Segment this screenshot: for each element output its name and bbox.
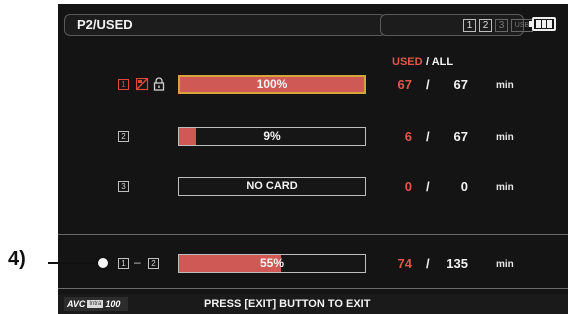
exit-instruction: PRESS [EXIT] BUTTON TO EXIT	[204, 298, 371, 310]
screen-title: P2/USED	[64, 14, 386, 36]
slot-2-slash: /	[426, 129, 430, 144]
slot-indicator-2: 2	[479, 19, 492, 32]
avc-intra-logo: AVC Intra 100	[64, 297, 128, 311]
total-slash: /	[426, 256, 430, 271]
column-header-used: USED	[392, 56, 423, 68]
slot-1-used-min: 67	[397, 77, 412, 92]
slot-2-icon: 2	[118, 131, 129, 142]
callout-leader-line	[48, 262, 100, 264]
slot-status-panel: 1 2 3 USB	[380, 14, 533, 36]
slot-3-unit: min	[496, 182, 514, 193]
total-divider-top	[58, 234, 568, 235]
total-divider-bottom	[58, 288, 568, 289]
callout-label: 4)	[8, 248, 26, 270]
slot-2-used-min: 6	[404, 129, 412, 144]
total-range-dash: –	[134, 255, 141, 269]
total-unit: min	[496, 259, 514, 270]
slot-3-icon: 3	[118, 181, 129, 192]
total-to-slot-icon: 2	[148, 258, 159, 269]
slot-1-slash: /	[426, 77, 430, 92]
slot-2-usage-bar: 9%	[178, 127, 366, 146]
total-percent: 55%	[259, 256, 285, 270]
slot-3-status: NO CARD	[246, 180, 298, 192]
slot-1-icon: 1	[118, 79, 129, 90]
total-all-min: 135	[446, 256, 468, 271]
status-footer: AVC Intra 100 PRESS [EXIT] BUTTON TO EXI…	[58, 294, 568, 314]
lock-icon	[153, 77, 165, 91]
battery-icon	[529, 17, 556, 31]
callout-dot	[96, 256, 110, 270]
slot-2-all-min: 67	[453, 129, 468, 144]
slot-indicator-1: 1	[463, 19, 476, 32]
slot-1-usage-bar: 100%	[178, 75, 366, 94]
total-usage-bar: 55%	[178, 254, 366, 273]
total-from-slot-icon: 1	[118, 258, 129, 269]
camera-lcd-screen: P2/USED 1 2 3 USB USED / ALL 1 100% 67 /…	[58, 4, 568, 314]
slot-1-unit: min	[496, 80, 514, 91]
column-header-all: / ALL	[426, 56, 454, 68]
slot-2-percent: 9%	[263, 129, 281, 143]
slot-1-all-min: 67	[453, 77, 468, 92]
slot-3-all-min: 0	[460, 179, 468, 194]
slot-2-unit: min	[496, 132, 514, 143]
write-protect-icon	[136, 78, 149, 91]
slot-3-slash: /	[426, 179, 430, 194]
total-used-min: 74	[397, 256, 412, 271]
slot-3-usage-bar: NO CARD	[178, 177, 366, 196]
slot-1-percent: 100%	[256, 77, 288, 91]
slot-3-used-min: 0	[404, 179, 412, 194]
slot-indicator-3: 3	[495, 19, 508, 32]
